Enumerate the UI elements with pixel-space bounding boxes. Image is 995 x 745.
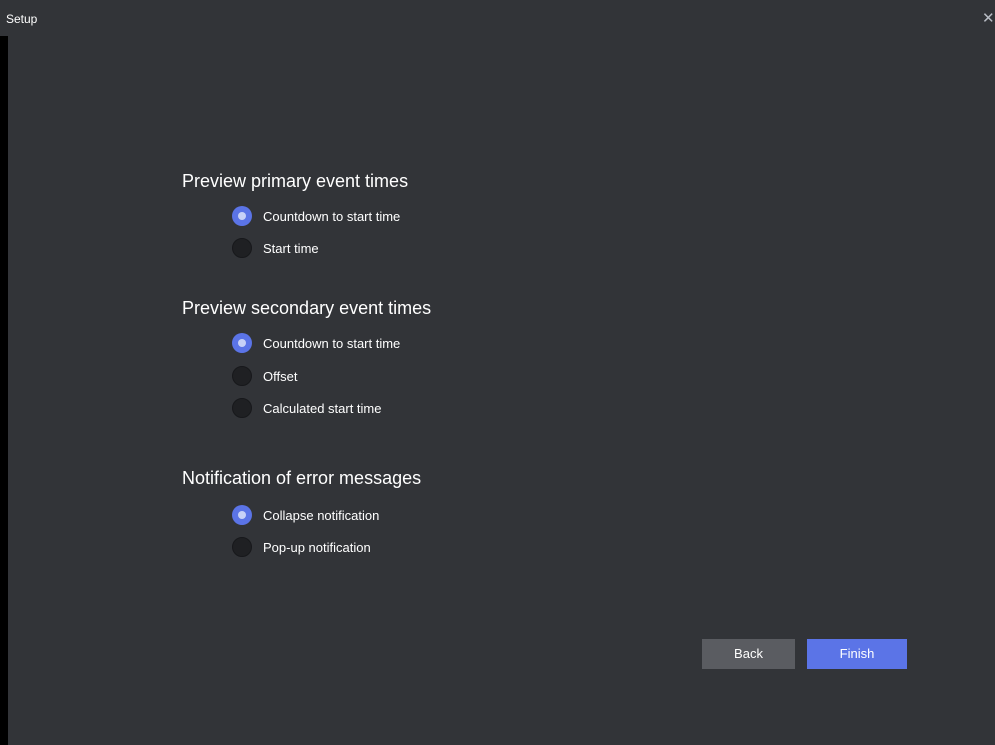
radio-option-popup-notification[interactable]: Pop-up notification bbox=[232, 537, 371, 557]
setup-window: Setup ✕ Preview primary event times Coun… bbox=[0, 0, 995, 745]
title-bar: Setup ✕ bbox=[0, 0, 995, 36]
window-title: Setup bbox=[6, 12, 38, 26]
option-label: Countdown to start time bbox=[263, 208, 401, 224]
option-label: Pop-up notification bbox=[263, 539, 371, 555]
radio-option-primary-start-time[interactable]: Start time bbox=[232, 238, 319, 258]
section-heading-notifications: Notification of error messages bbox=[182, 468, 422, 488]
radio-unselected-icon[interactable] bbox=[232, 238, 252, 258]
radio-unselected-icon[interactable] bbox=[232, 366, 252, 386]
section-heading-secondary: Preview secondary event times bbox=[182, 298, 432, 318]
section-heading-primary: Preview primary event times bbox=[182, 171, 409, 191]
back-button[interactable]: Back bbox=[702, 639, 795, 669]
radio-unselected-icon[interactable] bbox=[232, 398, 252, 418]
radio-unselected-icon[interactable] bbox=[232, 537, 252, 557]
close-icon[interactable]: ✕ bbox=[982, 11, 995, 26]
finish-button[interactable]: Finish bbox=[807, 639, 907, 669]
radio-selected-icon[interactable] bbox=[232, 505, 252, 525]
option-label: Offset bbox=[263, 368, 298, 384]
radio-selected-icon[interactable] bbox=[232, 333, 252, 353]
option-label: Start time bbox=[263, 240, 319, 256]
radio-option-secondary-countdown[interactable]: Countdown to start time bbox=[232, 333, 400, 353]
option-label: Collapse notification bbox=[263, 507, 380, 523]
radio-selected-icon[interactable] bbox=[232, 206, 252, 226]
radio-option-primary-countdown[interactable]: Countdown to start time bbox=[232, 206, 400, 226]
radio-option-collapse-notification[interactable]: Collapse notification bbox=[232, 505, 379, 525]
option-label: Calculated start time bbox=[263, 400, 382, 416]
option-label: Countdown to start time bbox=[263, 335, 401, 351]
radio-option-secondary-calculated[interactable]: Calculated start time bbox=[232, 398, 382, 418]
radio-option-secondary-offset[interactable]: Offset bbox=[232, 366, 297, 386]
